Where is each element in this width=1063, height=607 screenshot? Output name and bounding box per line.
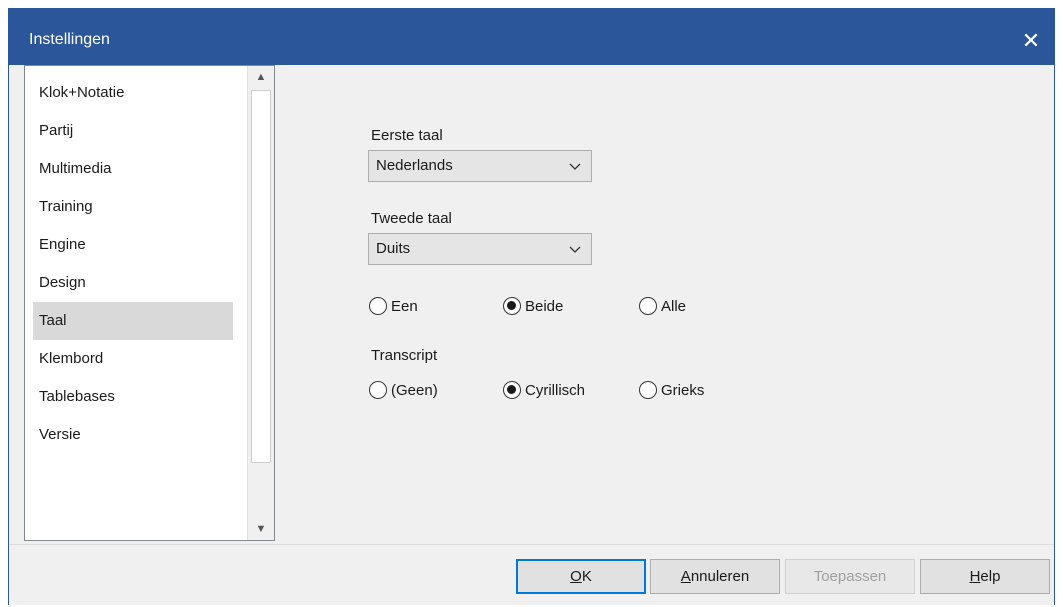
scroll-down-button[interactable]: ▼: [248, 518, 274, 540]
ok-accelerator: O: [570, 568, 582, 585]
close-icon: ✕: [1021, 28, 1041, 53]
first-language-select[interactable]: Nederlands: [368, 150, 592, 182]
arrow-up-icon: ▲: [255, 71, 267, 83]
scope-radio-alle[interactable]: Alle: [639, 297, 686, 315]
sidebar-item-training[interactable]: Training: [33, 188, 233, 226]
scope-radio-label: Beide: [525, 297, 564, 315]
radio-circle-icon: [639, 297, 657, 315]
help-accelerator: H: [969, 568, 981, 585]
second-language-label: Tweede taal: [371, 210, 452, 227]
chevron-down-icon: [569, 246, 581, 253]
ok-button[interactable]: OK: [516, 559, 646, 594]
scope-radio-label: Alle: [661, 297, 687, 315]
first-language-value: Nederlands: [376, 157, 453, 174]
second-language-value: Duits: [376, 240, 411, 257]
apply-button[interactable]: Toepassen: [785, 559, 915, 594]
transcript-radio-grieks[interactable]: Grieks: [639, 381, 704, 399]
radio-circle-icon: [369, 381, 387, 399]
window-title: Instellingen: [29, 31, 110, 48]
transcript-radio-label: Cyrillisch: [525, 381, 585, 399]
arrow-down-icon: ▼: [255, 523, 267, 535]
cancel-label: nnuleren: [690, 568, 750, 585]
cancel-button[interactable]: Annuleren: [650, 559, 780, 594]
sidebar-item-partij[interactable]: Partij: [33, 112, 233, 150]
apply-label: Toepassen: [813, 568, 887, 585]
radio-circle-checked-icon: [503, 381, 521, 399]
cancel-accelerator: A: [680, 568, 691, 585]
radio-circle-icon: [369, 297, 387, 315]
radio-circle-icon: [639, 381, 657, 399]
radio-circle-checked-icon: [503, 297, 521, 315]
sidebar-item-taal[interactable]: Taal: [33, 302, 233, 340]
sidebar-item-klok-notatie[interactable]: Klok+Notatie: [33, 74, 233, 112]
dialog-body: Klok+Notatie Partij Multimedia Training …: [9, 65, 1054, 605]
sidebar-item-tablebases[interactable]: Tablebases: [33, 378, 233, 416]
list-scrollbar[interactable]: ▲ ▼: [247, 66, 274, 540]
language-panel: Eerste taal Nederlands Tweede taal Duits…: [275, 65, 1054, 541]
transcript-radio-geen[interactable]: (Geen): [369, 381, 438, 399]
category-list[interactable]: Klok+Notatie Partij Multimedia Training …: [24, 65, 275, 541]
close-button[interactable]: ✕: [1008, 21, 1054, 61]
ok-label: K: [581, 568, 592, 585]
sidebar-item-klembord[interactable]: Klembord: [33, 340, 233, 378]
chevron-down-icon: [569, 163, 581, 170]
button-separator: [9, 544, 1054, 545]
help-button[interactable]: Help: [920, 559, 1050, 594]
second-language-select[interactable]: Duits: [368, 233, 592, 265]
scope-radio-beide[interactable]: Beide: [503, 297, 563, 315]
transcript-radio-label: Grieks: [661, 381, 705, 399]
first-language-label: Eerste taal: [371, 127, 443, 144]
sidebar-item-design[interactable]: Design: [33, 264, 233, 302]
scope-radio-een[interactable]: Een: [369, 297, 418, 315]
settings-dialog: Instellingen ✕ Klok+Notatie Partij Multi…: [8, 8, 1055, 605]
sidebar-item-versie[interactable]: Versie: [33, 416, 233, 454]
title-bar: Instellingen ✕: [9, 9, 1054, 65]
transcript-label: Transcript: [371, 347, 438, 364]
help-label: elp: [980, 568, 1001, 585]
scroll-thumb[interactable]: [251, 90, 271, 463]
scroll-up-button[interactable]: ▲: [248, 66, 274, 88]
scope-radio-label: Een: [391, 297, 418, 315]
transcript-radio-cyrillisch[interactable]: Cyrillisch: [503, 381, 585, 399]
sidebar-item-engine[interactable]: Engine: [33, 226, 233, 264]
transcript-radio-label: (Geen): [391, 381, 438, 399]
sidebar-item-multimedia[interactable]: Multimedia: [33, 150, 233, 188]
